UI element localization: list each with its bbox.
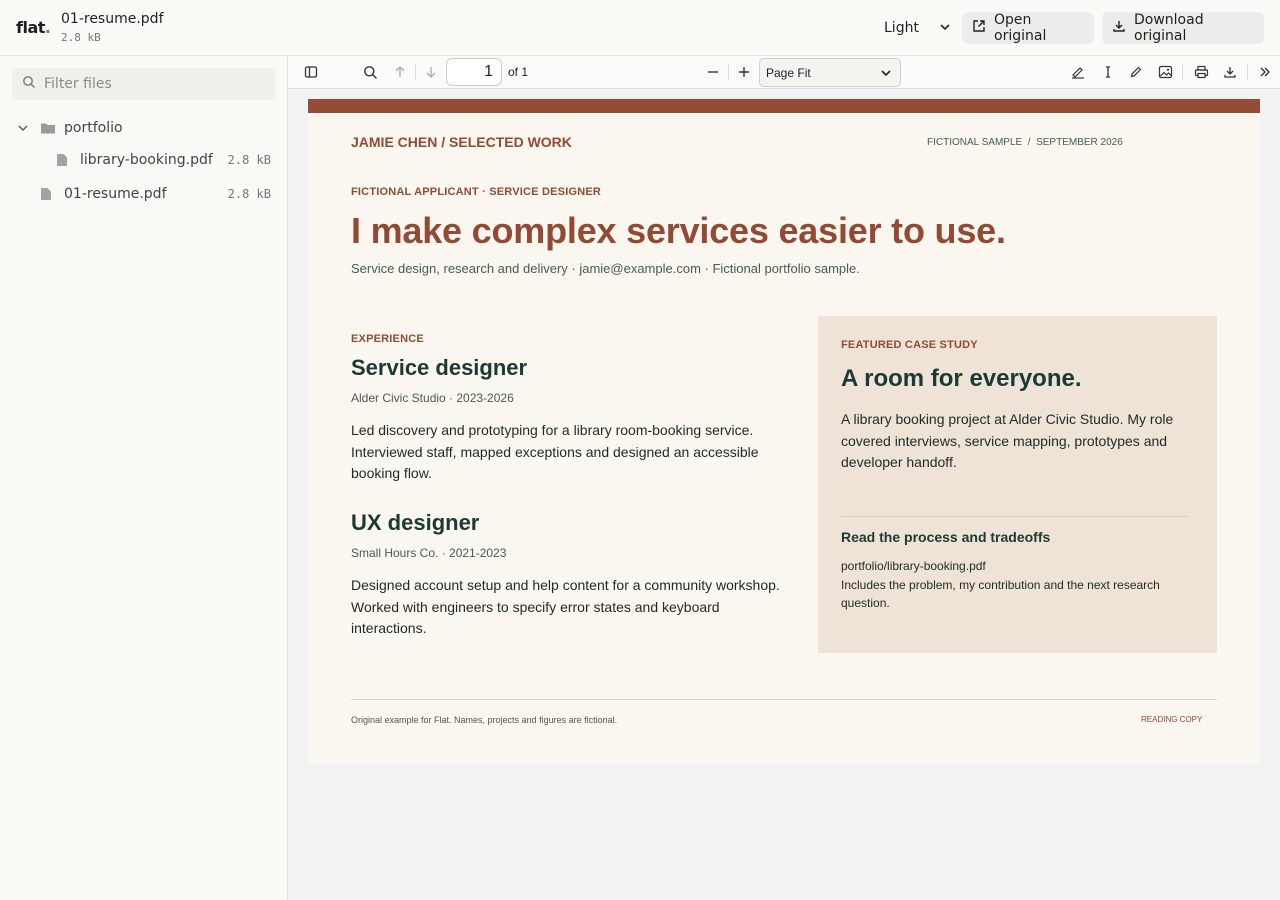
doc-kicker: FICTIONAL APPLICANT · SERVICE DESIGNER: [351, 186, 602, 198]
file-icon: [40, 187, 52, 201]
footer-note: Original example for Flat. Names, projec…: [351, 715, 618, 725]
file-icon: [56, 153, 68, 167]
file-sidebar: portfolio library-booking.pdf 2.8 kB 01-…: [0, 56, 288, 900]
file-size-label: 2.8 kB: [227, 153, 271, 167]
doc-headline: I make complex services easier to use.: [351, 210, 1006, 251]
pdf-toolbar: of 1 Page Fit: [288, 56, 1280, 89]
external-link-icon: [972, 19, 986, 37]
doc-meta: FICTIONAL SAMPLE / SEPTEMBER 2026: [927, 137, 1123, 148]
download-original-button[interactable]: Download original: [1102, 12, 1264, 44]
job-org: Alder Civic Studio · 2023-2026: [351, 391, 514, 405]
file-label: library-booking.pdf: [80, 152, 213, 168]
tree-file-library-booking[interactable]: library-booking.pdf 2.8 kB: [56, 146, 276, 174]
tree-file-resume[interactable]: 01-resume.pdf 2.8 kB: [40, 180, 276, 208]
job-description: Designed account setup and help content …: [351, 577, 780, 636]
pdf-page: JAMIE CHEN / SELECTED WORK FICTIONAL SAM…: [308, 99, 1260, 764]
job-title: UX designer: [351, 510, 480, 535]
case-label: FEATURED CASE STUDY: [841, 339, 978, 351]
case-title: A room for everyone.: [841, 365, 1082, 392]
search-icon[interactable]: [361, 63, 379, 81]
open-original-label: Open original: [994, 12, 1047, 44]
theme-select[interactable]: Light: [876, 14, 956, 42]
case-link-title: Read the process and tradeoffs: [841, 529, 1051, 545]
highlight-icon[interactable]: [1069, 63, 1087, 81]
chevron-down-icon: [879, 66, 893, 83]
footer-tag: READING COPY: [1141, 715, 1203, 724]
file-size: 2.8 kB: [61, 31, 101, 44]
case-description: A library booking project at Alder Civic…: [841, 411, 1174, 470]
pdf-canvas[interactable]: JAMIE CHEN / SELECTED WORK FICTIONAL SAM…: [288, 89, 1280, 900]
job-description: Led discovery and prototyping for a libr…: [351, 422, 759, 481]
job-org: Small Hours Co. · 2021-2023: [351, 546, 507, 560]
case-study-card: FEATURED CASE STUDY A room for everyone.…: [818, 316, 1217, 653]
footer-divider: [351, 699, 1217, 700]
chevron-down-icon: [938, 20, 952, 38]
download-icon: [1112, 19, 1126, 37]
toolbar-divider: [728, 64, 729, 81]
zoom-out-icon[interactable]: [704, 63, 722, 81]
download-icon[interactable]: [1221, 63, 1239, 81]
folder-icon: [40, 121, 56, 135]
page-accent-bar: [308, 99, 1260, 113]
logo-text: flat: [16, 18, 45, 37]
page-count: of 1: [508, 65, 529, 79]
arrow-up-icon[interactable]: [391, 63, 409, 81]
tree-folder-portfolio[interactable]: portfolio: [16, 114, 276, 142]
app-logo[interactable]: flat.: [16, 18, 51, 37]
filter-box[interactable]: [12, 68, 275, 100]
file-label: 01-resume.pdf: [64, 186, 167, 202]
logo-dot: .: [44, 18, 51, 37]
toolbar-divider: [415, 64, 416, 81]
chevron-down-icon[interactable]: [16, 121, 32, 135]
toolbar-divider: [1182, 64, 1183, 81]
arrow-down-icon[interactable]: [422, 63, 440, 81]
text-cursor-icon[interactable]: [1099, 63, 1117, 81]
double-chevron-right-icon[interactable]: [1256, 63, 1274, 81]
experience-label: EXPERIENCE: [351, 333, 424, 345]
zoom-select-value: Page Fit: [766, 65, 811, 80]
app-header: flat. 01-resume.pdf 2.8 kB Light Open or…: [0, 0, 1280, 56]
image-icon[interactable]: [1156, 63, 1174, 81]
folder-label: portfolio: [64, 120, 123, 136]
job-title: Service designer: [351, 355, 528, 380]
case-link-description: Includes the problem, my contribution an…: [841, 578, 1160, 610]
pencil-icon[interactable]: [1127, 63, 1145, 81]
doc-brand: JAMIE CHEN / SELECTED WORK: [351, 134, 572, 150]
file-title: 01-resume.pdf: [61, 11, 164, 27]
filter-input[interactable]: [44, 76, 264, 92]
zoom-select[interactable]: Page Fit: [759, 58, 901, 87]
sidebar-toggle-icon[interactable]: [302, 63, 320, 81]
zoom-in-icon[interactable]: [735, 63, 753, 81]
search-icon: [22, 75, 36, 94]
print-icon[interactable]: [1192, 63, 1210, 81]
theme-select-value: Light: [884, 20, 919, 36]
toolbar-divider: [1247, 64, 1248, 81]
case-divider: [841, 516, 1188, 517]
file-size-label: 2.8 kB: [227, 187, 271, 201]
page-number-input[interactable]: [446, 58, 502, 86]
doc-subline: Service design, research and delivery · …: [351, 261, 860, 276]
open-original-button[interactable]: Open original: [962, 12, 1094, 44]
case-link-path[interactable]: portfolio/library-booking.pdf: [841, 559, 986, 573]
download-original-label: Download original: [1134, 12, 1204, 44]
